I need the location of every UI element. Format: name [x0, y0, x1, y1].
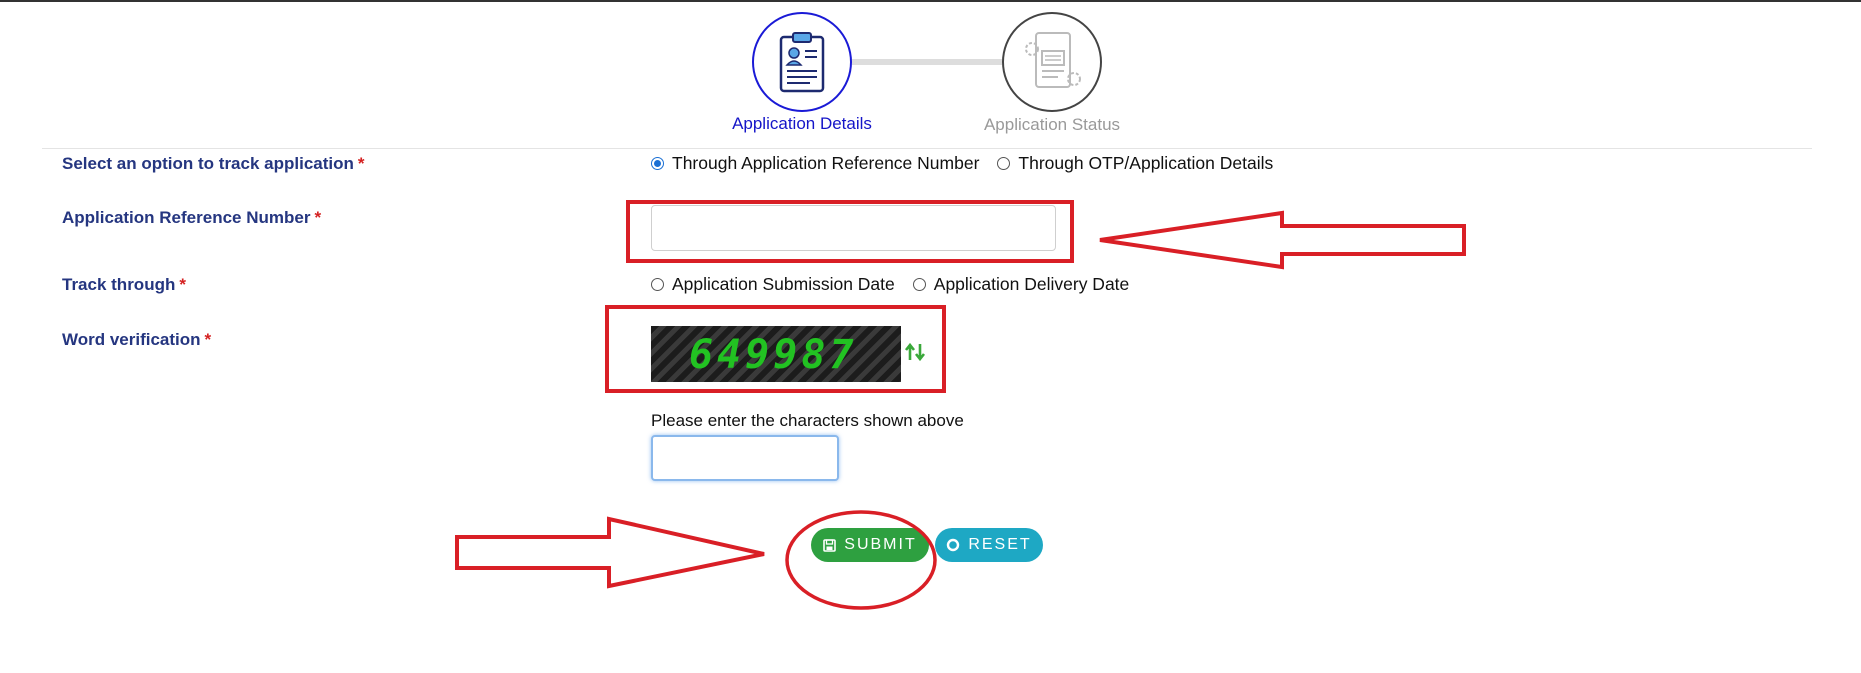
step-label-application-details[interactable]: Application Details [692, 114, 912, 134]
radio-label-submission-date[interactable]: Application Submission Date [672, 274, 895, 295]
radio-option-otp-details[interactable]: Through OTP/Application Details [997, 153, 1273, 174]
submit-button-label[interactable]: SUBMIT [844, 536, 916, 554]
required-mark: * [357, 154, 365, 173]
top-border [0, 0, 1861, 2]
annotation-arrow-to-reference [1099, 210, 1466, 270]
clipboard-profile-icon [779, 32, 825, 93]
word-verification-label-text: Word verification [62, 330, 201, 349]
captcha-hint: Please enter the characters shown above [651, 411, 964, 430]
radio-label-reference-number[interactable]: Through Application Reference Number [672, 153, 979, 174]
radio-delivery-date[interactable] [912, 278, 926, 291]
step-application-status[interactable] [1002, 12, 1102, 112]
required-mark: * [179, 275, 186, 294]
radio-option-reference-number[interactable]: Through Application Reference Number [651, 153, 979, 174]
radio-option-submission-date[interactable]: Application Submission Date [651, 274, 895, 295]
annotation-highlight-captcha [605, 305, 946, 393]
track-option-label: Select an option to track application * [62, 154, 365, 174]
track-through-label-text: Track through [62, 275, 176, 294]
required-mark: * [314, 208, 322, 227]
track-through-radio-group: Application Submission Date Application … [651, 274, 1147, 295]
required-mark: * [204, 330, 212, 349]
annotation-arrow-to-submit [455, 516, 765, 589]
reset-button-label[interactable]: RESET [968, 536, 1031, 554]
annotation-arrow-left [1100, 214, 1464, 267]
stepper-connector [852, 59, 1002, 65]
reset-circle-icon [946, 538, 960, 552]
radio-reference-number[interactable] [651, 157, 664, 170]
radio-label-otp-details[interactable]: Through OTP/Application Details [1018, 153, 1273, 174]
word-verification-label: Word verification * [62, 330, 211, 350]
track-option-radio-group: Through Application Reference Number Thr… [651, 153, 1291, 174]
section-divider [42, 148, 1812, 149]
reference-number-label: Application Reference Number * [62, 208, 321, 228]
track-through-label: Track through * [62, 275, 186, 295]
radio-submission-date[interactable] [651, 278, 664, 291]
save-icon [823, 538, 837, 552]
reference-number-label-text: Application Reference Number [62, 208, 311, 227]
annotation-highlight-reference-input [626, 200, 1074, 263]
reset-button[interactable]: RESET [935, 528, 1043, 562]
step-application-details[interactable] [752, 12, 852, 112]
submit-button[interactable]: SUBMIT [811, 528, 929, 562]
captcha-input[interactable] [651, 435, 839, 481]
radio-label-delivery-date[interactable]: Application Delivery Date [934, 274, 1130, 295]
radio-otp-details[interactable] [997, 157, 1011, 170]
track-option-label-text: Select an option to track application [62, 154, 354, 173]
document-gears-icon [1025, 32, 1081, 88]
radio-option-delivery-date[interactable]: Application Delivery Date [912, 274, 1130, 295]
step-label-application-status[interactable]: Application Status [942, 115, 1162, 135]
